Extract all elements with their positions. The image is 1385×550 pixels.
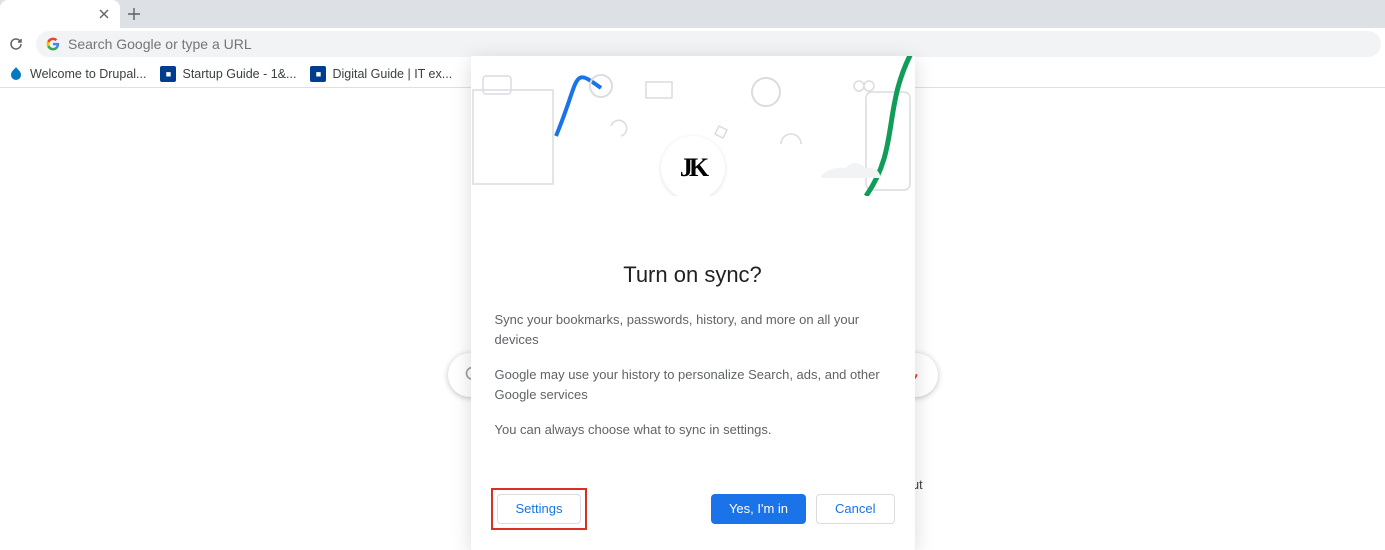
- address-bar[interactable]: [36, 31, 1381, 57]
- bookmark-label: Startup Guide - 1&...: [182, 67, 296, 81]
- ionos-icon: ■: [310, 66, 326, 82]
- bookmark-startup-guide[interactable]: ■ Startup Guide - 1&...: [160, 66, 296, 82]
- bookmark-digital-guide[interactable]: ■ Digital Guide | IT ex...: [310, 66, 452, 82]
- address-input[interactable]: [68, 36, 1371, 52]
- active-tab[interactable]: [0, 0, 120, 28]
- reload-icon[interactable]: [4, 32, 28, 56]
- cancel-button[interactable]: Cancel: [816, 494, 894, 524]
- sync-dialog: JK Turn on sync? Sync your bookmarks, pa…: [471, 56, 915, 550]
- ionos-icon: ■: [160, 66, 176, 82]
- dialog-actions: Settings Yes, I'm in Cancel: [471, 476, 915, 550]
- dialog-hero-illustration: JK: [471, 56, 915, 196]
- bookmark-drupal[interactable]: Welcome to Drupal...: [8, 66, 146, 82]
- tab-strip: [0, 0, 1385, 28]
- close-tab-icon[interactable]: [96, 6, 112, 22]
- google-g-icon: [46, 37, 60, 51]
- drupal-icon: [8, 66, 24, 82]
- dialog-title: Turn on sync?: [495, 262, 891, 288]
- bookmark-label: Welcome to Drupal...: [30, 67, 146, 81]
- yes-im-in-button[interactable]: Yes, I'm in: [711, 494, 806, 524]
- dialog-sync-description: Sync your bookmarks, passwords, history,…: [495, 310, 891, 349]
- settings-button[interactable]: Settings: [497, 494, 582, 524]
- dialog-settings-note: You can always choose what to sync in se…: [495, 420, 891, 440]
- avatar-initials: JK: [680, 153, 705, 183]
- dialog-privacy-note: Google may use your history to personali…: [495, 365, 891, 404]
- new-tab-button[interactable]: [120, 0, 148, 28]
- avatar: JK: [661, 136, 725, 196]
- settings-highlight: Settings: [491, 488, 588, 530]
- bookmark-label: Digital Guide | IT ex...: [332, 67, 452, 81]
